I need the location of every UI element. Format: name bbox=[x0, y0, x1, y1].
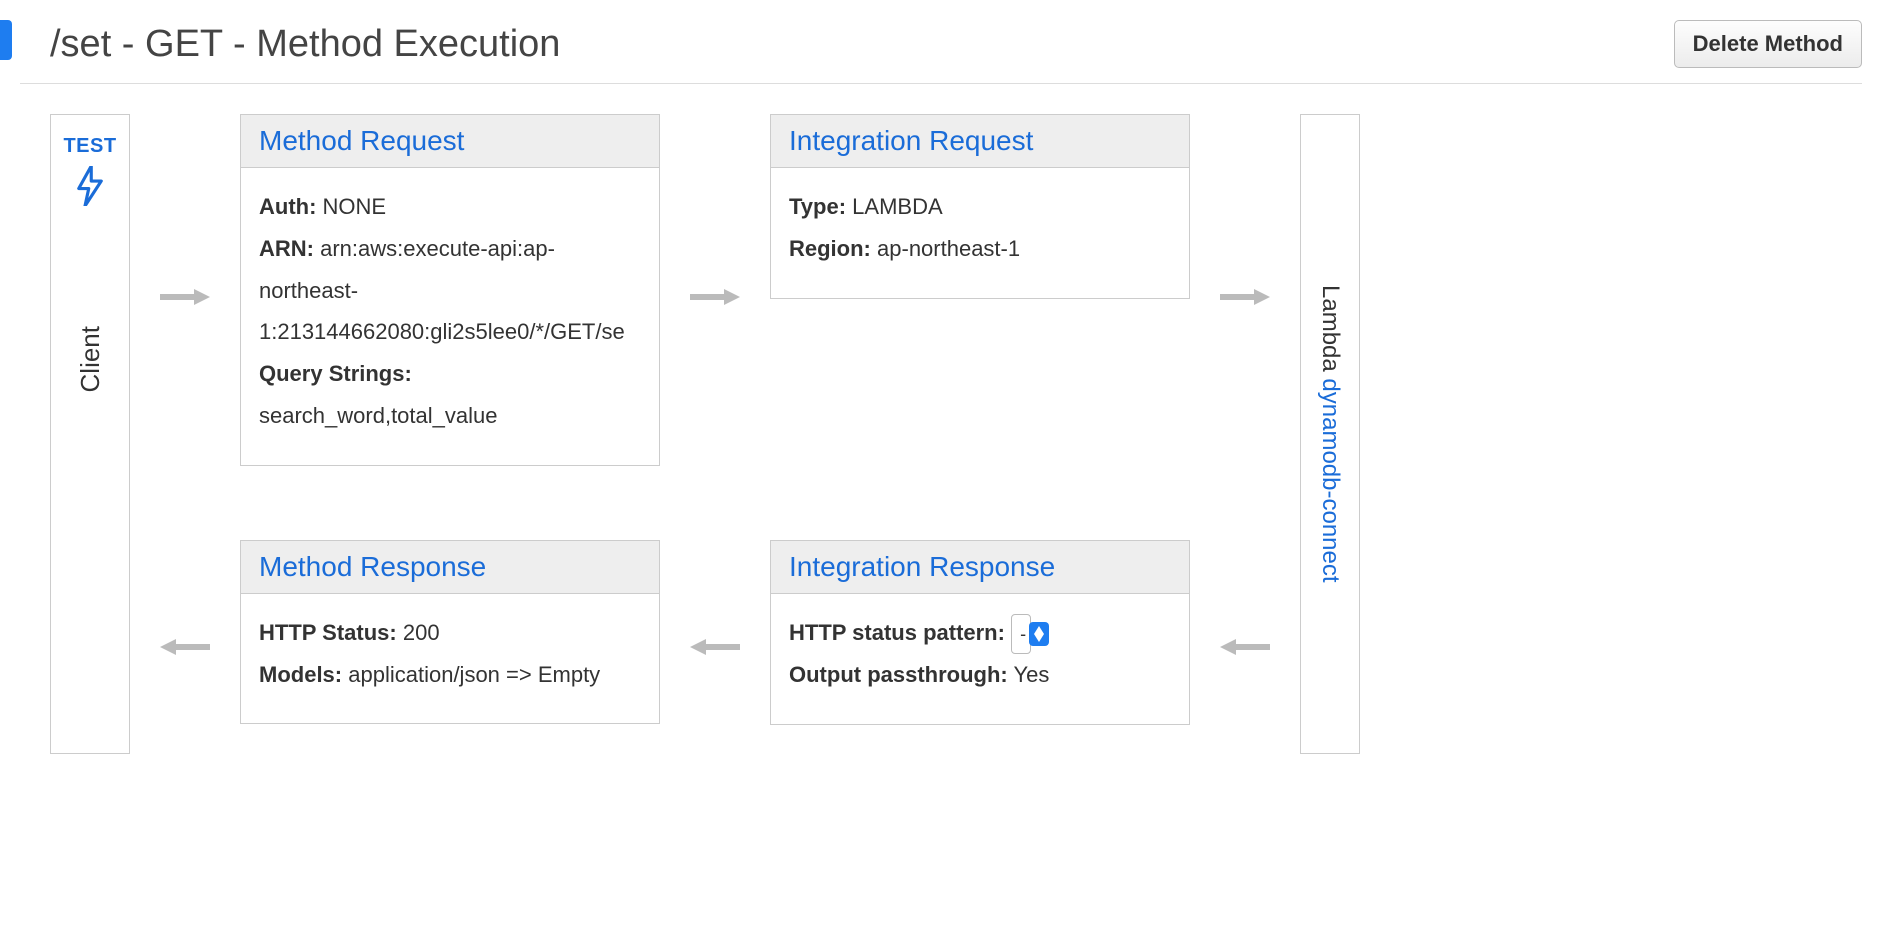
integration-request-panel[interactable]: Integration Request Type: LAMBDA Region:… bbox=[770, 114, 1190, 299]
arrow-left-icon bbox=[160, 637, 210, 657]
region-value: ap-northeast-1 bbox=[877, 236, 1020, 261]
client-label: Client bbox=[75, 326, 106, 392]
page-header: /set - GET - Method Execution Delete Met… bbox=[20, 0, 1862, 84]
auth-label: Auth: bbox=[259, 194, 316, 219]
method-response-title: Method Response bbox=[241, 541, 659, 594]
arrow-right-icon bbox=[1220, 287, 1270, 307]
arrow-left-icon bbox=[1220, 637, 1270, 657]
lightning-bolt-icon bbox=[75, 166, 105, 206]
arrow-lambda-to-integration-response bbox=[1200, 540, 1290, 754]
arrow-right-icon bbox=[690, 287, 740, 307]
lambda-prefix: Lambda bbox=[1317, 285, 1344, 378]
lambda-panel[interactable]: Lambda dynamodb-connect bbox=[1300, 114, 1360, 754]
arrow-integration-request-to-lambda bbox=[1200, 114, 1290, 480]
arrow-left-icon bbox=[690, 637, 740, 657]
http-status-pattern-value: - bbox=[1020, 624, 1026, 644]
integration-request-body: Type: LAMBDA Region: ap-northeast-1 bbox=[771, 168, 1189, 298]
test-label[interactable]: TEST bbox=[63, 135, 116, 158]
http-status-label: HTTP Status: bbox=[259, 620, 397, 645]
method-response-panel[interactable]: Method Response HTTP Status: 200 Models:… bbox=[240, 540, 660, 725]
arrow-integration-to-method-response bbox=[670, 540, 760, 754]
models-label: Models: bbox=[259, 662, 342, 687]
query-strings-label: Query Strings: bbox=[259, 361, 412, 386]
method-request-body: Auth: NONE ARN: arn:aws:execute-api:ap-n… bbox=[241, 168, 659, 465]
integration-response-panel[interactable]: Integration Response HTTP status pattern… bbox=[770, 540, 1190, 725]
arn-value: arn:aws:execute-api:ap-northeast-1:21314… bbox=[259, 236, 625, 345]
output-passthrough-value: Yes bbox=[1013, 662, 1049, 687]
lambda-function-link[interactable]: dynamodb-connect bbox=[1317, 379, 1344, 583]
select-stepper-icon[interactable] bbox=[1029, 622, 1049, 646]
auth-value: NONE bbox=[323, 194, 387, 219]
http-status-value: 200 bbox=[403, 620, 440, 645]
arrow-method-to-integration-request bbox=[670, 114, 760, 480]
method-request-title: Method Request bbox=[241, 115, 659, 168]
page-title: /set - GET - Method Execution bbox=[50, 23, 560, 66]
type-label: Type: bbox=[789, 194, 846, 219]
method-execution-diagram: TEST Client Method Request Auth: NONE AR… bbox=[20, 114, 1862, 754]
delete-method-button[interactable]: Delete Method bbox=[1674, 20, 1862, 68]
output-passthrough-label: Output passthrough: bbox=[789, 662, 1008, 687]
region-label: Region: bbox=[789, 236, 871, 261]
models-value: application/json => Empty bbox=[348, 662, 600, 687]
arrow-client-to-method-request bbox=[140, 114, 230, 480]
type-value: LAMBDA bbox=[852, 194, 942, 219]
http-status-pattern-label: HTTP status pattern: bbox=[789, 620, 1005, 645]
left-panel-handle[interactable] bbox=[0, 20, 12, 60]
http-status-pattern-select[interactable]: - bbox=[1011, 614, 1031, 654]
integration-response-body: HTTP status pattern: - Output passthroug… bbox=[771, 594, 1189, 724]
integration-response-title: Integration Response bbox=[771, 541, 1189, 594]
arrow-right-icon bbox=[160, 287, 210, 307]
integration-request-title: Integration Request bbox=[771, 115, 1189, 168]
method-response-body: HTTP Status: 200 Models: application/jso… bbox=[241, 594, 659, 724]
client-panel[interactable]: TEST Client bbox=[50, 114, 130, 754]
method-request-panel[interactable]: Method Request Auth: NONE ARN: arn:aws:e… bbox=[240, 114, 660, 466]
arrow-method-response-to-client bbox=[140, 540, 230, 754]
query-strings-value: search_word,total_value bbox=[259, 403, 497, 428]
arn-label: ARN: bbox=[259, 236, 314, 261]
lambda-label: Lambda dynamodb-connect bbox=[1316, 285, 1344, 583]
